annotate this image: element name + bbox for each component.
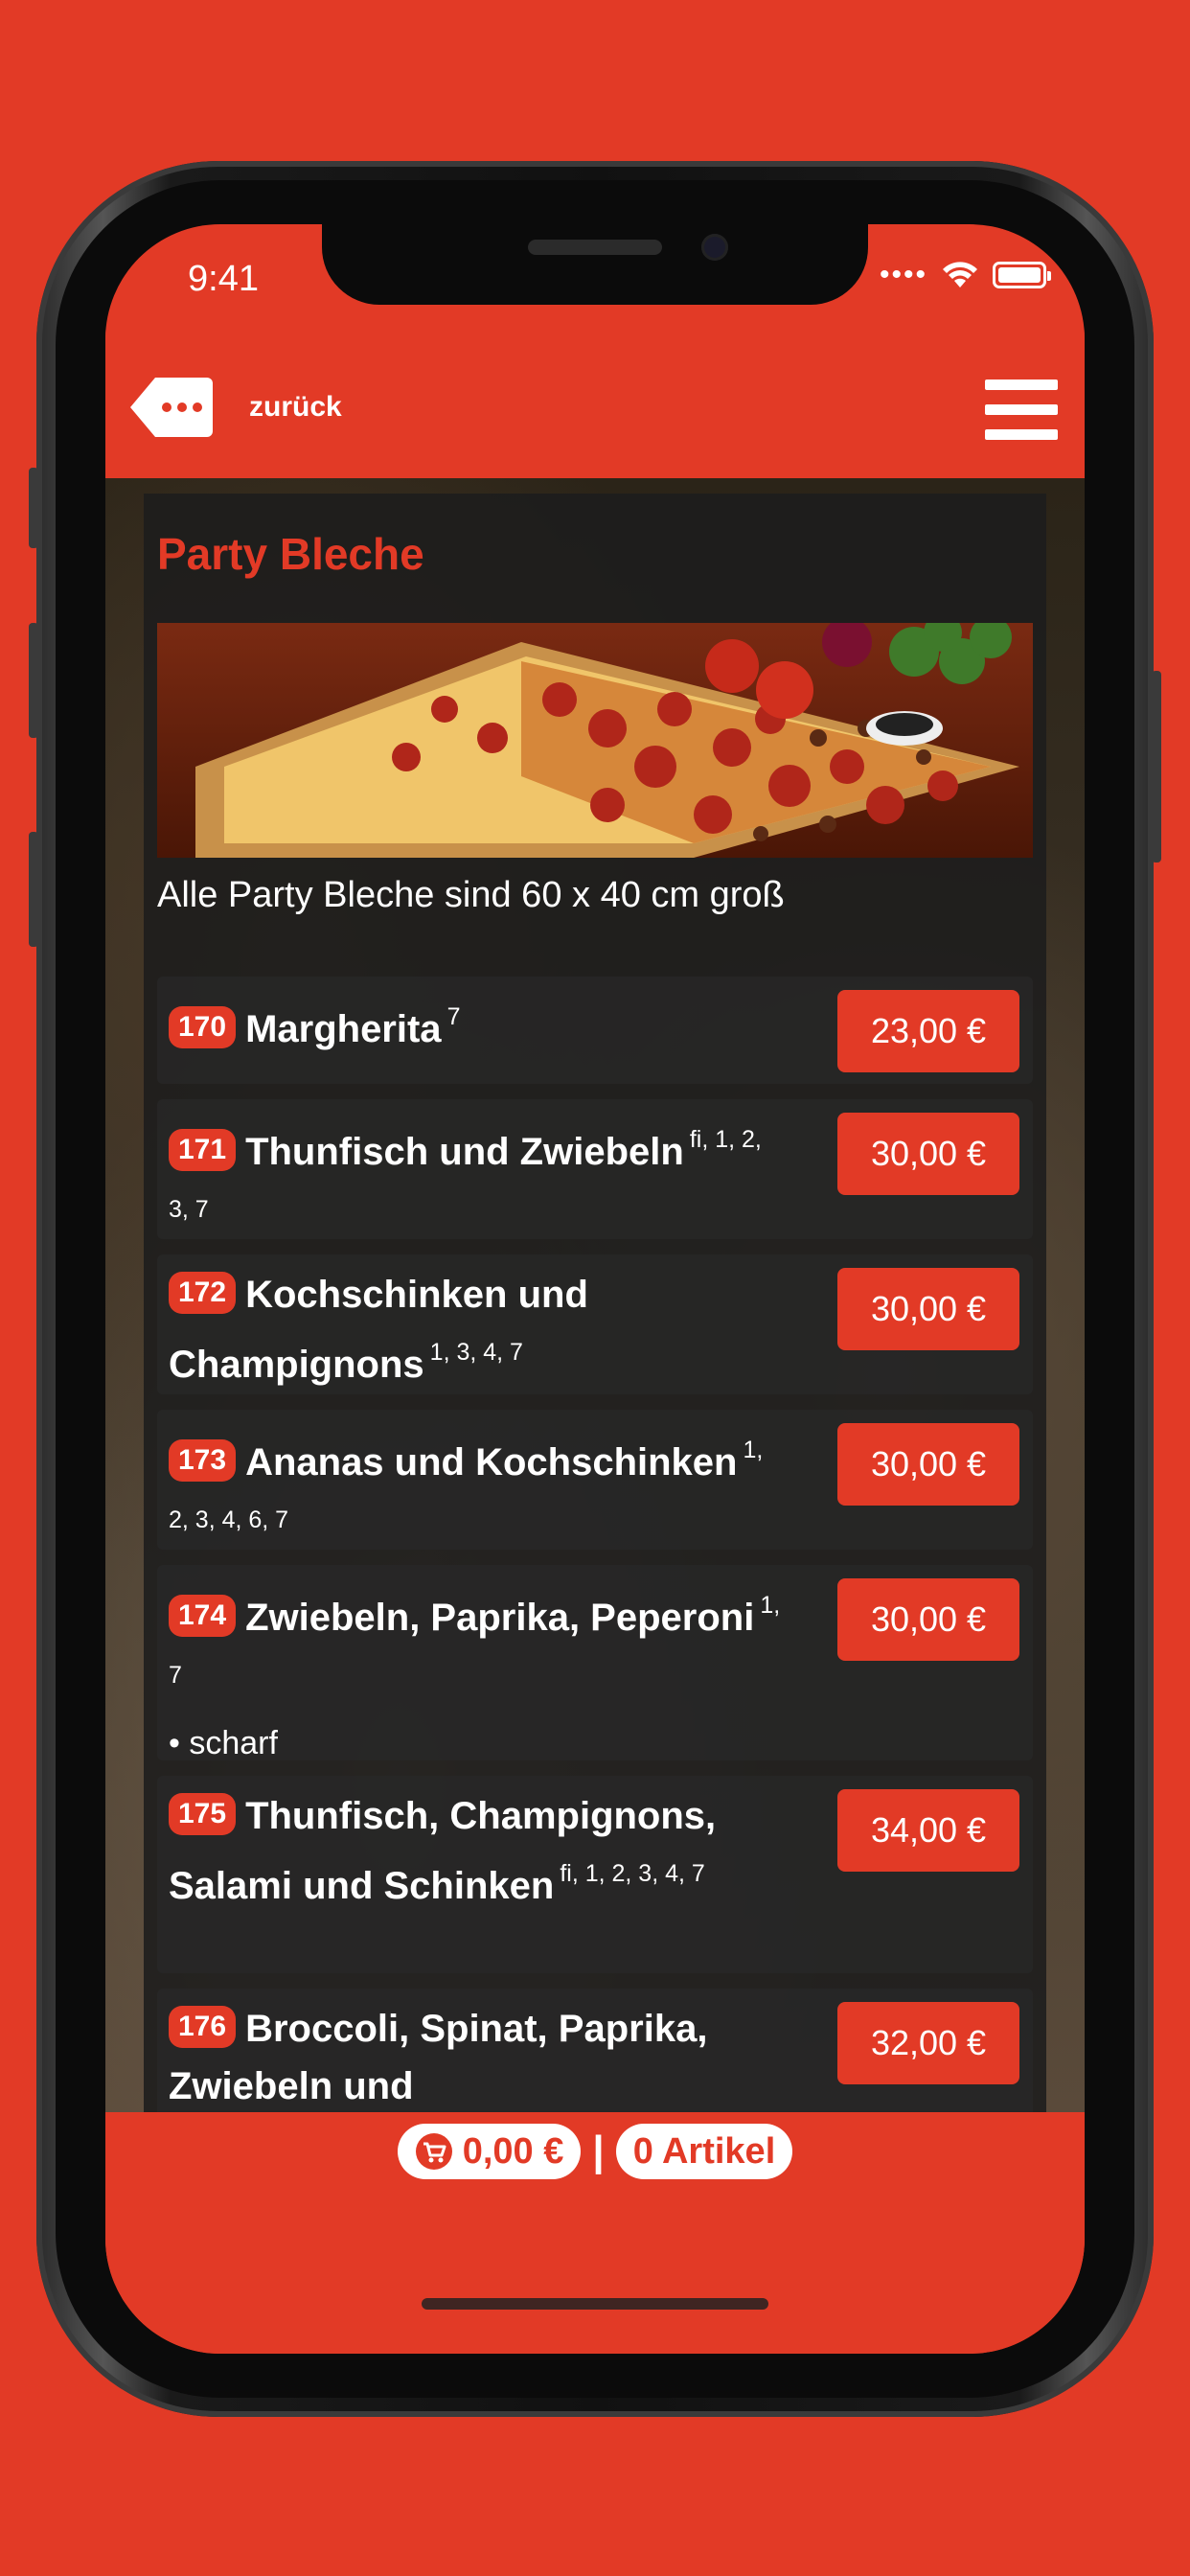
item-name: Ananas und Kochschinken <box>245 1441 738 1484</box>
menu-item-171[interactable]: 171 Thunfisch und Zwiebeln fi, 1, 2, 3, 7 … <box>157 1099 1033 1239</box>
menu-item-170[interactable]: 170 Margherita 7 23,00 € <box>157 977 1033 1084</box>
app-bar: zurück <box>105 330 1085 478</box>
menu-item-172[interactable]: 172 Kochschinken und Champignons 1, 3, 4, … <box>157 1254 1033 1394</box>
price-button[interactable]: 30,00 € <box>837 1578 1019 1661</box>
cart-icon <box>415 2133 452 2170</box>
category-banner-image <box>157 623 1033 858</box>
item-allergens: 7 <box>446 1003 461 1030</box>
category-description: Alle Party Bleche sind 60 x 40 cm groß <box>157 875 785 915</box>
item-name: Thunfisch, Champignons, Salami und Schin… <box>169 1795 717 1907</box>
status-icons: •••• <box>879 259 1051 291</box>
menu-item-174[interactable]: 174 Zwiebeln, Paprika, Peperoni 1, 7 • sch… <box>157 1565 1033 1761</box>
item-name: Zwiebeln, Paprika, Peperoni <box>245 1597 755 1639</box>
item-name: Broccoli, Spinat, Paprika, Zwiebeln und <box>169 2008 708 2107</box>
price-button[interactable]: 23,00 € <box>837 990 1019 1072</box>
item-name: Thunfisch und Zwiebeln <box>245 1131 684 1173</box>
item-allergens: fi, 1, 2, 3, 4, 7 <box>560 1860 705 1887</box>
menu-button[interactable] <box>985 380 1058 441</box>
front-camera <box>701 234 728 261</box>
price-button[interactable]: 34,00 € <box>837 1789 1019 1872</box>
item-text: 175 Thunfisch, Champignons, Salami und Sc… <box>169 1787 782 1915</box>
cart-total: 0,00 € <box>462 2130 564 2172</box>
cart-summary: 0,00 € | 0 Artikel <box>105 2124 1085 2179</box>
hamburger-icon <box>985 380 1058 390</box>
cart-bar: 0,00 € | 0 Artikel <box>105 2112 1085 2354</box>
item-number-badge: 174 <box>169 1595 237 1637</box>
item-text: 176 Broccoli, Spinat, Paprika, Zwiebeln u… <box>169 2000 782 2112</box>
category-panel: Party Bleche Alle Party Bleche sind 60 x… <box>144 494 1046 2112</box>
price-button[interactable]: 30,00 € <box>837 1113 1019 1195</box>
item-text: 171 Thunfisch und Zwiebeln fi, 1, 2, 3, 7 <box>169 1111 782 1251</box>
signal-icon: •••• <box>879 259 927 290</box>
item-number-badge: 175 <box>169 1793 237 1835</box>
item-text: 173 Ananas und Kochschinken 1, 2, 3, 4, 6,… <box>169 1421 782 1561</box>
item-note: • scharf <box>169 1725 278 1761</box>
notch <box>322 224 868 305</box>
menu-item-173[interactable]: 173 Ananas und Kochschinken 1, 2, 3, 4, 6,… <box>157 1410 1033 1550</box>
menu-item-175[interactable]: 175 Thunfisch, Champignons, Salami und Sc… <box>157 1776 1033 1973</box>
cart-count-button[interactable]: 0 Artikel <box>615 2124 793 2179</box>
item-allergens: 1, 3, 4, 7 <box>429 1339 523 1366</box>
item-text: 172 Kochschinken und Champignons 1, 3, 4, … <box>169 1266 782 1393</box>
cart-total-button[interactable]: 0,00 € <box>397 2124 582 2179</box>
price-button[interactable]: 30,00 € <box>837 1268 1019 1350</box>
cart-count: 0 Artikel <box>632 2130 776 2172</box>
price-button[interactable]: 32,00 € <box>837 2002 1019 2084</box>
item-name: Margherita <box>245 1008 442 1050</box>
cart-separator: | <box>592 2128 605 2174</box>
category-title: Party Bleche <box>157 529 424 579</box>
earpiece-speaker <box>528 240 662 255</box>
menu-content[interactable]: Party Bleche Alle Party Bleche sind 60 x… <box>105 478 1085 2112</box>
back-icon <box>130 378 213 437</box>
status-time: 9:41 <box>188 259 259 299</box>
home-indicator[interactable] <box>422 2298 768 2310</box>
item-number-badge: 170 <box>169 1006 237 1048</box>
back-button[interactable]: zurück <box>130 378 342 437</box>
back-label: zurück <box>249 391 342 423</box>
wifi-icon <box>943 262 977 288</box>
price-button[interactable]: 30,00 € <box>837 1423 1019 1506</box>
item-text: 174 Zwiebeln, Paprika, Peperoni 1, 7 • sch… <box>169 1576 782 1770</box>
menu-item-176[interactable]: 176 Broccoli, Spinat, Paprika, Zwiebeln u… <box>157 1989 1033 2112</box>
screen: 9:41 •••• zurück Party Bleche Alle Party… <box>105 224 1085 2354</box>
item-number-badge: 176 <box>169 2006 237 2048</box>
pizza-image <box>157 623 1033 858</box>
item-number-badge: 171 <box>169 1129 237 1171</box>
item-number-badge: 173 <box>169 1439 237 1482</box>
item-text: 170 Margherita 7 <box>169 988 782 1058</box>
battery-icon <box>993 262 1051 288</box>
item-number-badge: 172 <box>169 1272 237 1314</box>
